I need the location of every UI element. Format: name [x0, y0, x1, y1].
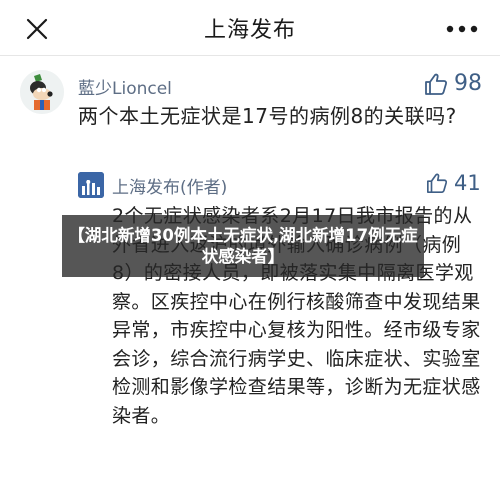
header-divider — [0, 55, 500, 56]
comment-username[interactable]: 藍少Lioncel — [78, 74, 172, 99]
headline-banner: 【湖北新增30例本土无症状,湖北新增17例无症状感染者】 — [62, 215, 424, 277]
thumbs-up-icon — [425, 73, 448, 95]
top-bar: 上海发布 — [0, 0, 500, 56]
comment-like-button[interactable]: 98 — [424, 71, 482, 96]
shanghai-skyline-icon — [78, 172, 104, 198]
page-title: 上海发布 — [203, 18, 296, 43]
reply-username[interactable]: 上海发布(作者) — [112, 173, 227, 198]
comment-text: 两个本土无症状是17号的病例8的关联吗? — [78, 104, 457, 128]
thumbs-up-icon — [427, 173, 448, 193]
goofy-avatar-icon — [20, 70, 64, 114]
reply-like-count: 41 — [454, 171, 481, 195]
comment-like-count: 98 — [454, 71, 482, 96]
more-icon — [446, 25, 478, 33]
more-button[interactable] — [442, 12, 482, 46]
avatar[interactable] — [20, 70, 64, 114]
reply-like-button[interactable]: 41 — [426, 171, 481, 195]
reply-avatar[interactable] — [78, 172, 104, 198]
